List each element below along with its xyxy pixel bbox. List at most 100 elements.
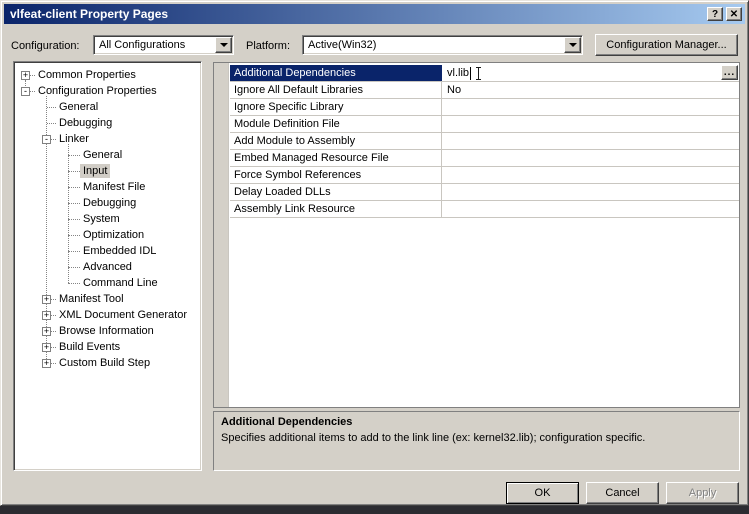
expand-plus-icon[interactable]: + bbox=[42, 327, 51, 336]
property-row-module-definition-file[interactable]: Module Definition File bbox=[230, 116, 739, 133]
tree-item-manifest-file[interactable]: Manifest File bbox=[14, 179, 199, 195]
tree-item-linker[interactable]: -Linker bbox=[14, 131, 199, 147]
editor-text: vl.lib bbox=[447, 67, 469, 79]
property-grid: Additional Dependencies vl.lib ... Ignor… bbox=[213, 62, 740, 408]
description-panel: Additional Dependencies Specifies additi… bbox=[213, 411, 740, 471]
property-row-embed-managed-resource-file[interactable]: Embed Managed Resource File bbox=[230, 150, 739, 167]
tree-item-label-selected[interactable]: Input bbox=[80, 164, 110, 178]
tree-item-label[interactable]: Manifest File bbox=[80, 180, 148, 194]
property-row-additional-dependencies[interactable]: Additional Dependencies vl.lib ... bbox=[230, 65, 739, 82]
tree-rows: +Common Properties -Configuration Proper… bbox=[14, 67, 199, 371]
property-name-cell[interactable]: Delay Loaded DLLs bbox=[230, 184, 442, 200]
configuration-manager-button[interactable]: Configuration Manager... bbox=[595, 34, 738, 56]
property-name-cell[interactable]: Assembly Link Resource bbox=[230, 201, 442, 217]
property-name-cell[interactable]: Ignore All Default Libraries bbox=[230, 82, 442, 98]
close-button[interactable]: ✕ bbox=[726, 7, 742, 21]
property-value-cell[interactable] bbox=[442, 184, 739, 200]
tree-item-build-events[interactable]: + Build Events bbox=[14, 339, 199, 355]
description-title: Additional Dependencies bbox=[221, 416, 732, 428]
tree-item-linker-general[interactable]: General bbox=[14, 147, 199, 163]
cancel-button[interactable]: Cancel bbox=[586, 482, 659, 504]
property-name-cell[interactable]: Add Module to Assembly bbox=[230, 133, 442, 149]
property-value-cell[interactable] bbox=[442, 167, 739, 183]
tree-item-label[interactable]: Manifest Tool bbox=[56, 292, 127, 306]
collapse-minus-icon[interactable]: - bbox=[42, 135, 51, 144]
ok-button[interactable]: OK bbox=[506, 482, 579, 504]
platform-dropdown-button[interactable] bbox=[564, 37, 581, 53]
tree-item-label[interactable]: Common Properties bbox=[35, 68, 139, 82]
expand-plus-icon[interactable]: + bbox=[42, 343, 51, 352]
property-grid-margin bbox=[214, 63, 229, 407]
property-row-add-module-to-assembly[interactable]: Add Module to Assembly bbox=[230, 133, 739, 150]
property-row-ignore-all-default-libraries[interactable]: Ignore All Default Libraries No bbox=[230, 82, 739, 99]
property-name-cell[interactable]: Force Symbol References bbox=[230, 167, 442, 183]
tree-item-label[interactable]: General bbox=[56, 100, 101, 114]
tree-item-manifest-tool[interactable]: + Manifest Tool bbox=[14, 291, 199, 307]
tree-item-optimization[interactable]: Optimization bbox=[14, 227, 199, 243]
tree-item-label[interactable]: Advanced bbox=[80, 260, 135, 274]
property-value-cell[interactable] bbox=[442, 116, 739, 132]
property-value-cell[interactable]: No bbox=[442, 82, 739, 98]
tree-item-advanced[interactable]: Advanced bbox=[14, 259, 199, 275]
property-row-ignore-specific-library[interactable]: Ignore Specific Library bbox=[230, 99, 739, 116]
tree-item-command-line[interactable]: Command Line bbox=[14, 275, 199, 291]
tree-item-label[interactable]: Embedded IDL bbox=[80, 244, 159, 258]
tree-item-label[interactable]: Configuration Properties bbox=[35, 84, 160, 98]
tree-item-label[interactable]: Custom Build Step bbox=[56, 356, 153, 370]
dialog-title: vlfeat-client Property Pages bbox=[10, 7, 168, 21]
tree-item-label[interactable]: XML Document Generator bbox=[56, 308, 190, 322]
property-pages-dialog: vlfeat-client Property Pages ? ✕ Configu… bbox=[0, 0, 749, 506]
platform-label: Platform: bbox=[246, 40, 290, 52]
property-name-cell[interactable]: Embed Managed Resource File bbox=[230, 150, 442, 166]
tree-item-custom-build-step[interactable]: + Custom Build Step bbox=[14, 355, 199, 371]
property-name-cell-selected[interactable]: Additional Dependencies bbox=[230, 65, 442, 81]
property-row-force-symbol-references[interactable]: Force Symbol References bbox=[230, 167, 739, 184]
expand-plus-icon[interactable]: + bbox=[42, 359, 51, 368]
tree-item-debugging[interactable]: Debugging bbox=[14, 115, 199, 131]
apply-button: Apply bbox=[666, 482, 739, 504]
tree-item-label[interactable]: General bbox=[80, 148, 125, 162]
tree-item-linker-debugging[interactable]: Debugging bbox=[14, 195, 199, 211]
browse-button[interactable]: ... bbox=[721, 65, 738, 80]
property-value-cell[interactable] bbox=[442, 133, 739, 149]
tree-item-embedded-idl[interactable]: Embedded IDL bbox=[14, 243, 199, 259]
property-value-cell[interactable] bbox=[442, 150, 739, 166]
tree-item-label[interactable]: System bbox=[80, 212, 123, 226]
expand-plus-icon[interactable]: + bbox=[21, 71, 30, 80]
help-icon: ? bbox=[712, 9, 718, 20]
tree-item-browse-information[interactable]: + Browse Information bbox=[14, 323, 199, 339]
expand-plus-icon[interactable]: + bbox=[42, 295, 51, 304]
property-name-cell[interactable]: Ignore Specific Library bbox=[230, 99, 442, 115]
property-value-cell[interactable] bbox=[442, 99, 739, 115]
tree-item-linker-input[interactable]: Input bbox=[14, 163, 199, 179]
property-row-assembly-link-resource[interactable]: Assembly Link Resource bbox=[230, 201, 739, 218]
collapse-minus-icon[interactable]: - bbox=[21, 87, 30, 96]
help-button[interactable]: ? bbox=[707, 7, 723, 21]
configuration-dropdown[interactable]: All Configurations bbox=[93, 35, 234, 55]
tree-item-label[interactable]: Build Events bbox=[56, 340, 123, 354]
platform-dropdown[interactable]: Active(Win32) bbox=[302, 35, 583, 55]
property-name-cell[interactable]: Module Definition File bbox=[230, 116, 442, 132]
tree-item-label[interactable]: Command Line bbox=[80, 276, 161, 290]
tree-item-xml-document-generator[interactable]: + XML Document Generator bbox=[14, 307, 199, 323]
tree-item-label[interactable]: Linker bbox=[56, 132, 92, 146]
configuration-dropdown-button[interactable] bbox=[215, 37, 232, 53]
tree-item-label[interactable]: Optimization bbox=[80, 228, 147, 242]
additional-dependencies-editor[interactable]: vl.lib ... bbox=[442, 65, 739, 81]
tree-item-common-properties[interactable]: + Common Properties bbox=[14, 67, 199, 83]
tree-item-label[interactable]: Debugging bbox=[56, 116, 115, 130]
chevron-down-icon bbox=[569, 43, 577, 47]
text-caret bbox=[470, 67, 471, 80]
tree-item-general[interactable]: General bbox=[14, 99, 199, 115]
tree-item-system[interactable]: System bbox=[14, 211, 199, 227]
titlebar[interactable]: vlfeat-client Property Pages ? ✕ bbox=[4, 4, 745, 24]
property-tree[interactable]: +Common Properties -Configuration Proper… bbox=[13, 61, 202, 471]
tree-item-label[interactable]: Browse Information bbox=[56, 324, 157, 338]
property-row-delay-loaded-dlls[interactable]: Delay Loaded DLLs bbox=[230, 184, 739, 201]
ibeam-cursor-icon bbox=[475, 67, 482, 80]
expand-plus-icon[interactable]: + bbox=[42, 311, 51, 320]
property-value-cell[interactable] bbox=[442, 201, 739, 217]
tree-item-label[interactable]: Debugging bbox=[80, 196, 139, 210]
tree-item-configuration-properties[interactable]: -Configuration Properties bbox=[14, 83, 199, 99]
configuration-dropdown-value: All Configurations bbox=[99, 39, 185, 51]
